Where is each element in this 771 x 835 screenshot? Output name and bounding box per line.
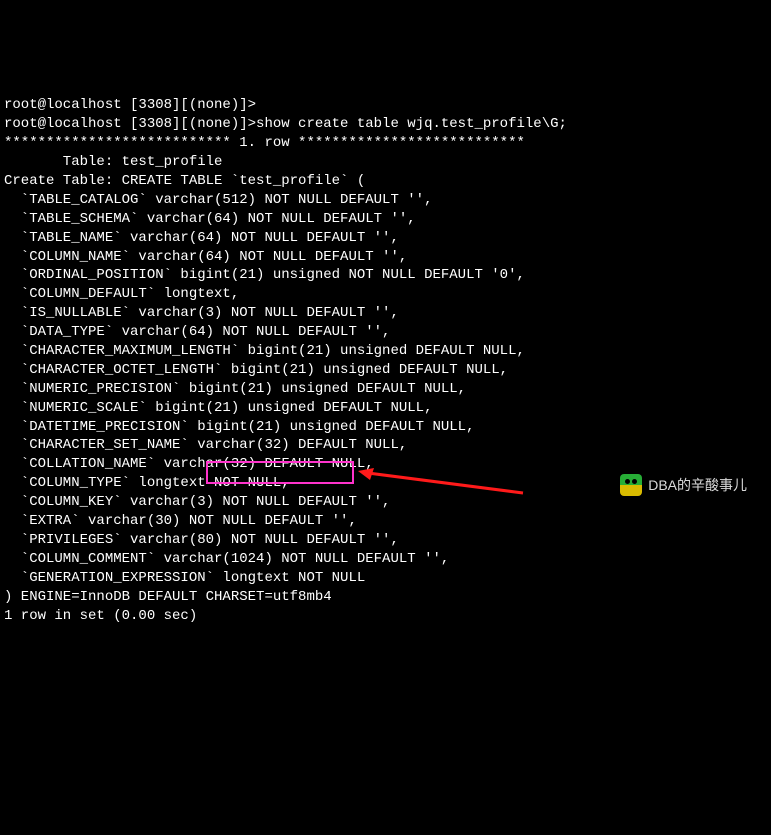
row-separator: *************************** 1. row *****… (4, 135, 525, 151)
col-def: `DATA_TYPE` varchar(64) NOT NULL DEFAULT… (4, 324, 390, 340)
col-def: `COLUMN_DEFAULT` longtext, (4, 286, 239, 302)
col-def: `TABLE_SCHEMA` varchar(64) NOT NULL DEFA… (4, 211, 416, 227)
table-name-line: Table: test_profile (4, 154, 222, 170)
col-def: `IS_NULLABLE` varchar(3) NOT NULL DEFAUL… (4, 305, 399, 321)
col-def: `COLLATION_NAME` varchar(32) DEFAULT NUL… (4, 456, 374, 472)
col-def: `CHARACTER_SET_NAME` varchar(32) DEFAULT… (4, 437, 407, 453)
watermark-text: DBA的辛酸事儿 (648, 476, 747, 495)
col-def: `GENERATION_EXPRESSION` longtext NOT NUL… (4, 570, 365, 586)
col-def: `PRIVILEGES` varchar(80) NOT NULL DEFAUL… (4, 532, 399, 548)
col-def: `COLUMN_COMMENT` varchar(1024) NOT NULL … (4, 551, 449, 567)
engine-charset-line: ) ENGINE=InnoDB DEFAULT CHARSET=utf8mb4 (4, 589, 332, 605)
result-summary-line: 1 row in set (0.00 sec) (4, 608, 197, 624)
col-def: `DATETIME_PRECISION` bigint(21) unsigned… (4, 419, 474, 435)
col-def: `TABLE_CATALOG` varchar(512) NOT NULL DE… (4, 192, 432, 208)
col-def: `NUMERIC_PRECISION` bigint(21) unsigned … (4, 381, 466, 397)
col-def: `EXTRA` varchar(30) NOT NULL DEFAULT '', (4, 513, 357, 529)
prompt-line-1: root@localhost [3308][(none)]> (4, 97, 256, 113)
col-def: `NUMERIC_SCALE` bigint(21) unsigned DEFA… (4, 400, 432, 416)
watermark: DBA的辛酸事儿 (620, 474, 747, 496)
wechat-logo-icon (620, 474, 642, 496)
col-def: `COLUMN_NAME` varchar(64) NOT NULL DEFAU… (4, 249, 407, 265)
create-table-header: Create Table: CREATE TABLE `test_profile… (4, 173, 365, 189)
col-def: `ORDINAL_POSITION` bigint(21) unsigned N… (4, 267, 525, 283)
col-def: `TABLE_NAME` varchar(64) NOT NULL DEFAUL… (4, 230, 399, 246)
col-def: `COLUMN_TYPE` longtext NOT NULL, (4, 475, 290, 491)
col-def: `COLUMN_KEY` varchar(3) NOT NULL DEFAULT… (4, 494, 390, 510)
col-def: `CHARACTER_OCTET_LENGTH` bigint(21) unsi… (4, 362, 508, 378)
terminal-output[interactable]: root@localhost [3308][(none)]> root@loca… (0, 76, 771, 628)
prompt-line-2: root@localhost [3308][(none)]>show creat… (4, 116, 567, 132)
col-def: `CHARACTER_MAXIMUM_LENGTH` bigint(21) un… (4, 343, 525, 359)
